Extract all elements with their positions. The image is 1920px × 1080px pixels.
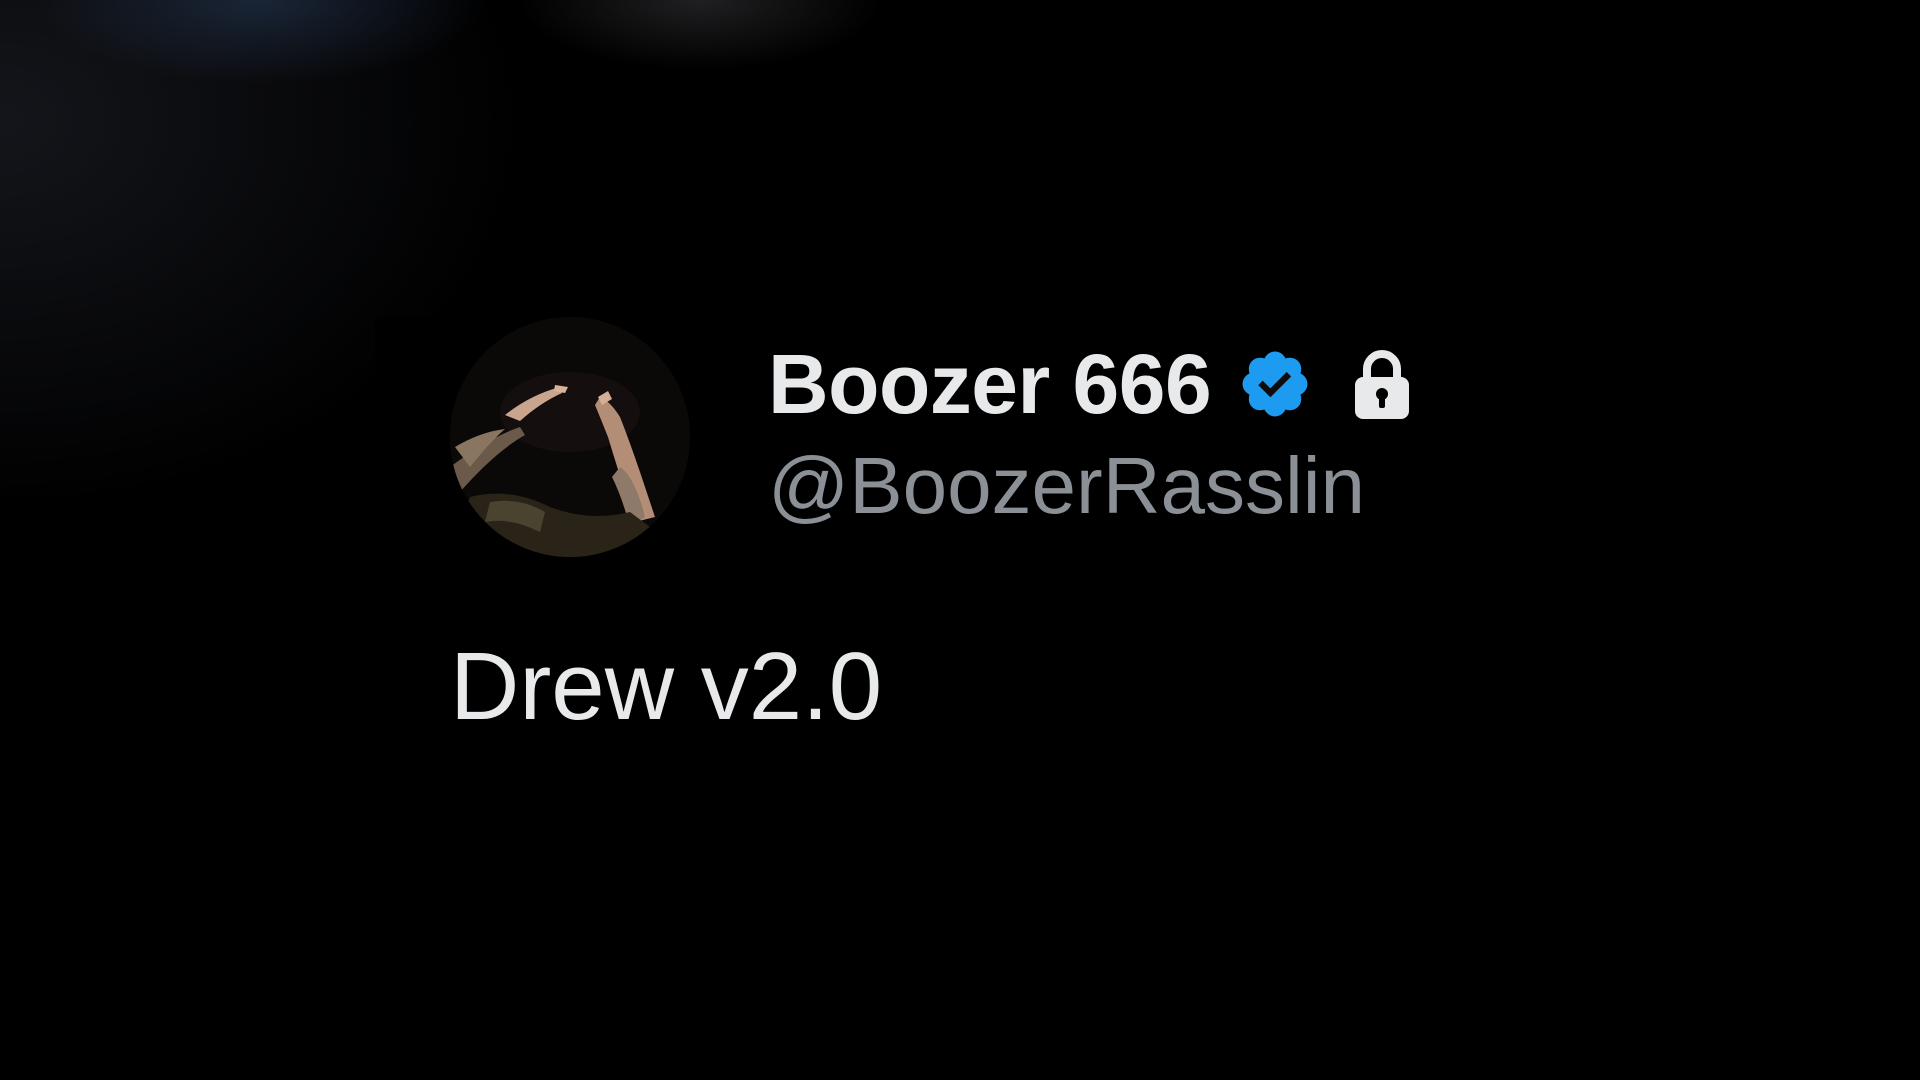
- profile-avatar[interactable]: [450, 317, 690, 557]
- verified-badge-icon[interactable]: [1237, 346, 1313, 422]
- lock-icon: [1351, 347, 1413, 421]
- name-row: Boozer 666: [768, 339, 1413, 429]
- tweet-card: Boozer 666 @BoozerRasslin Drew v2.0: [375, 317, 1475, 740]
- display-name[interactable]: Boozer 666: [768, 339, 1212, 429]
- user-handle[interactable]: @BoozerRasslin: [768, 441, 1365, 531]
- avatar-photo-icon: [450, 317, 690, 557]
- screenshot-stage: Boozer 666 @BoozerRasslin Drew v2.0: [0, 0, 1920, 1080]
- tweet-text: Drew v2.0: [450, 633, 883, 740]
